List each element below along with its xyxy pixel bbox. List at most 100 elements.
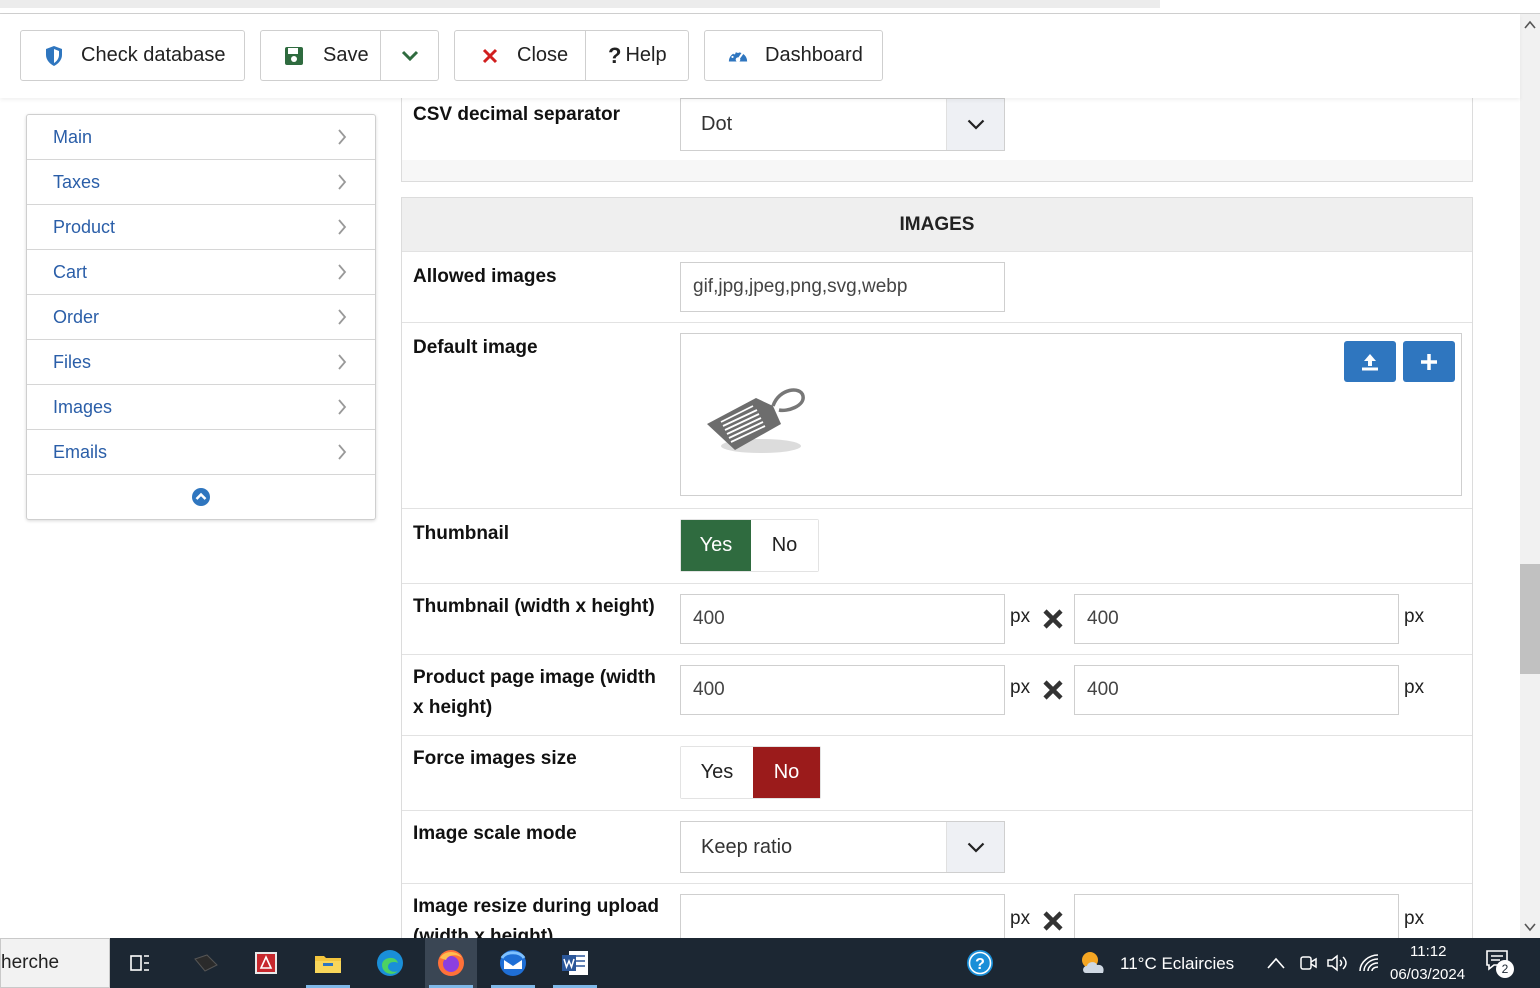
image-scale-mode-row: Image scale mode Keep ratio <box>402 811 1472 884</box>
force-images-size-row: Force images size Yes No <box>402 736 1472 811</box>
weather-widget[interactable] <box>1068 938 1120 988</box>
csv-decimal-select[interactable]: Dot <box>680 98 1005 151</box>
partly-cloudy-icon <box>1082 952 1104 973</box>
force-images-size-toggle: Yes No <box>680 746 821 799</box>
image-scale-mode-select[interactable]: Keep ratio <box>680 821 1005 873</box>
chevron-down-icon <box>946 822 1004 872</box>
save-dropdown-button[interactable] <box>380 30 439 81</box>
check-database-label: Check database <box>81 44 226 66</box>
task-view-button[interactable] <box>114 938 166 988</box>
thumbnail-width-input[interactable]: 400 <box>680 594 1005 644</box>
thunderbird-icon <box>500 950 526 976</box>
chevron-right-icon <box>338 174 347 190</box>
thumbnail-label: Thumbnail <box>413 523 510 544</box>
vertical-scrollbar[interactable] <box>1520 14 1540 938</box>
save-button[interactable]: Save <box>260 30 381 81</box>
row-separator <box>402 160 1472 181</box>
unit-label: px <box>1404 677 1425 698</box>
weather-text: 11°C Eclaircies <box>1120 954 1235 973</box>
taskbar-app-terminal[interactable] <box>180 938 232 988</box>
taskbar-search-box[interactable]: herche <box>0 938 110 988</box>
sidebar-item-main[interactable]: Main <box>27 115 375 160</box>
horizontal-scrollbar[interactable] <box>0 0 1160 8</box>
close-button[interactable]: Close <box>454 30 586 81</box>
meeting-icon[interactable] <box>1298 953 1318 973</box>
svg-text:?: ? <box>975 956 985 973</box>
image-resize-label: Image resize during upload (width x heig… <box>413 896 659 938</box>
taskbar-app-edge[interactable] <box>364 938 416 988</box>
unit-label: px <box>1404 606 1425 627</box>
app-window: Check database Save Close ? Help Dashboa… <box>0 0 1540 988</box>
taskbar-app-thunderbird[interactable] <box>487 938 539 988</box>
section-title: IMAGES <box>402 198 1472 252</box>
upload-image-button[interactable] <box>1344 341 1396 382</box>
product-image-height-input[interactable]: 400 <box>1074 665 1399 715</box>
clock-date: 06/03/2024 <box>1390 966 1466 983</box>
gauge-icon <box>727 45 749 67</box>
force-no-option[interactable]: No <box>753 747 820 798</box>
thumbnail-yes-option[interactable]: Yes <box>681 520 751 571</box>
check-database-button[interactable]: Check database <box>20 30 245 81</box>
allowed-images-input[interactable]: gif,jpg,jpeg,png,svg,webp <box>680 262 1005 312</box>
firefox-icon <box>438 950 464 976</box>
chevron-right-icon <box>338 354 347 370</box>
images-settings-panel: IMAGES Allowed images gif,jpg,jpeg,png,s… <box>401 197 1473 938</box>
dashboard-label: Dashboard <box>765 44 863 66</box>
sidebar-item-emails[interactable]: Emails <box>27 430 375 475</box>
force-yes-option[interactable]: Yes <box>681 747 753 798</box>
scroll-up-arrow-icon[interactable] <box>1524 20 1536 30</box>
chevron-up-icon[interactable] <box>1266 956 1286 970</box>
help-button[interactable]: ? Help <box>585 30 689 81</box>
sidebar-item-taxes[interactable]: Taxes <box>27 160 375 205</box>
taskbar-app-pdf[interactable] <box>240 938 292 988</box>
speaker-icon[interactable] <box>1326 953 1348 973</box>
product-image-width-input[interactable]: 400 <box>680 665 1005 715</box>
sidebar-item-label: Files <box>53 351 92 372</box>
main-content: Main Taxes Product Cart Order Files Imag… <box>0 98 1520 938</box>
unit-label: px <box>1010 677 1031 698</box>
wifi-icon[interactable] <box>1358 953 1380 973</box>
allowed-images-label: Allowed images <box>413 266 557 287</box>
thumbnail-size-label: Thumbnail (width x height) <box>413 596 655 617</box>
taskbar-app-file-explorer[interactable] <box>302 938 354 988</box>
sidebar-item-order[interactable]: Order <box>27 295 375 340</box>
force-images-size-label: Force images size <box>413 748 577 769</box>
add-image-button[interactable] <box>1403 341 1455 382</box>
default-image-label: Default image <box>413 337 538 358</box>
image-resize-width-input[interactable] <box>680 894 1005 938</box>
sidebar-item-images[interactable]: Images <box>27 385 375 430</box>
chevron-down-icon <box>946 99 1004 150</box>
task-view-icon <box>130 955 149 971</box>
question-mark-icon: ? <box>608 42 622 68</box>
sidebar-item-files[interactable]: Files <box>27 340 375 385</box>
thumbnail-no-option[interactable]: No <box>751 520 818 571</box>
scrollbar-thumb[interactable] <box>1520 564 1540 674</box>
dashboard-button[interactable]: Dashboard <box>704 30 883 81</box>
chevron-right-icon <box>338 219 347 235</box>
notifications-button[interactable]: 2 <box>1484 948 1518 980</box>
help-icon: ? <box>967 950 993 976</box>
word-icon <box>562 951 588 975</box>
taskbar-app-firefox[interactable] <box>425 938 477 988</box>
scroll-down-arrow-icon[interactable] <box>1524 922 1536 932</box>
save-label: Save <box>323 44 369 66</box>
thumbnail-height-input[interactable]: 400 <box>1074 594 1399 644</box>
browser-top-strip <box>0 0 1540 14</box>
image-resize-height-input[interactable] <box>1074 894 1399 938</box>
chevron-up-circle-icon <box>192 488 210 506</box>
sidebar-collapse-button[interactable] <box>27 475 375 519</box>
windows-taskbar: herche ? 11°C Eclaircies 11:12 06/03/202… <box>0 938 1540 988</box>
sidebar-item-product[interactable]: Product <box>27 205 375 250</box>
image-scale-mode-value: Keep ratio <box>701 835 793 858</box>
pdf-app-icon <box>255 952 277 974</box>
taskbar-app-word[interactable] <box>549 938 601 988</box>
product-image-size-label: Product page image (width x height) <box>413 667 656 718</box>
sidebar-item-label: Product <box>53 216 116 237</box>
sidebar-item-label: Images <box>53 396 113 417</box>
thumbnail-toggle: Yes No <box>680 519 819 572</box>
sidebar-item-label: Cart <box>53 261 88 282</box>
upload-icon <box>1362 353 1378 370</box>
search-text: herche <box>1 952 60 973</box>
sidebar-item-cart[interactable]: Cart <box>27 250 375 295</box>
help-tray-button[interactable]: ? <box>954 938 1006 988</box>
